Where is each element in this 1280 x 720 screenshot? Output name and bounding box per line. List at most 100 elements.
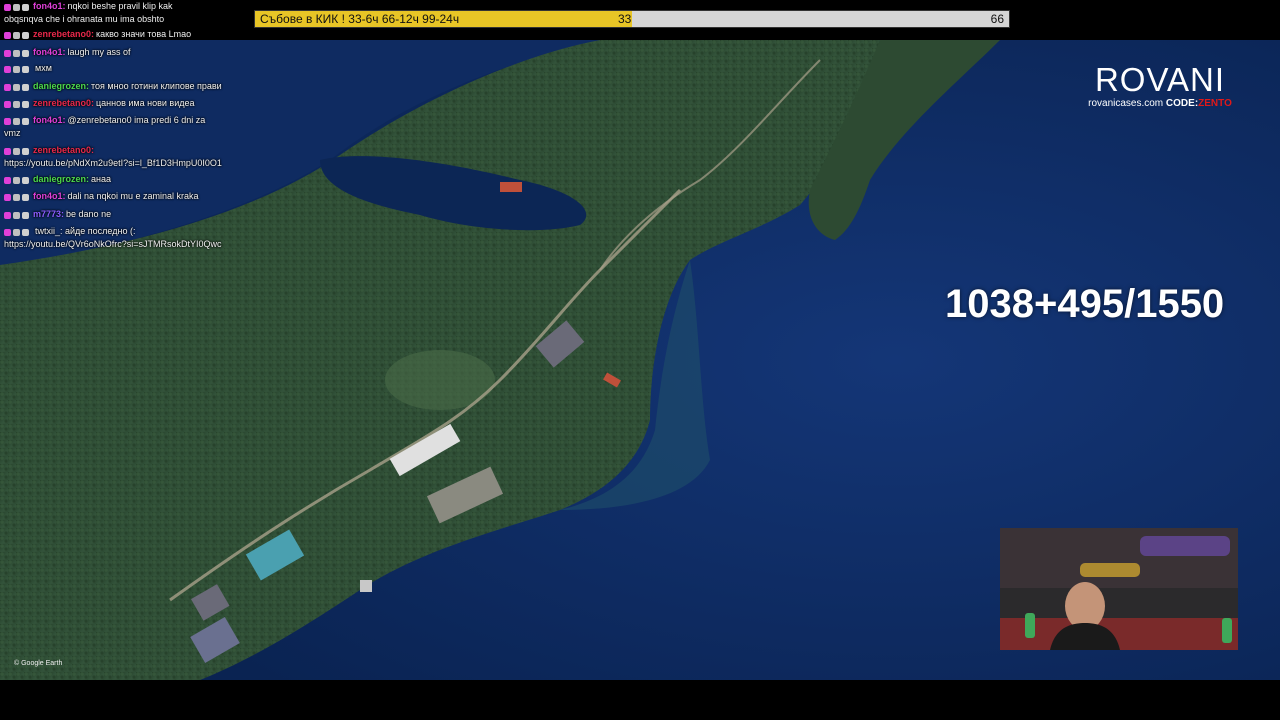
badge-icon xyxy=(4,31,11,39)
chat-badges xyxy=(4,81,31,93)
badge-icon xyxy=(22,211,29,219)
chat-text-continued: https://youtu.be/pNdXm2u9etI?si=l_Bf1D3H… xyxy=(4,157,222,168)
badge-icon xyxy=(4,147,11,155)
badge-icon xyxy=(4,83,11,91)
chat-message: fon4o1: @zenrebetano0 ima predi 6 dni za v… xyxy=(4,114,260,139)
chat-username: zenrebetano0: xyxy=(33,145,95,155)
chat-username: fon4o1: xyxy=(33,1,66,11)
sponsor-title: ROVANI xyxy=(1094,61,1226,98)
chat-text: мхм xyxy=(35,63,52,73)
chat-text: nqkoi beshe pravil klip kak xyxy=(67,1,173,11)
chat-text: laugh my ass of xyxy=(67,47,131,57)
badge-icon xyxy=(22,83,29,91)
chat-text-continued: obqsnqva che i ohranata mu ima obshto xyxy=(4,13,165,24)
chat-badges xyxy=(4,209,31,221)
counter-text: 1038+495/1550 xyxy=(945,282,1225,326)
red-roof-building xyxy=(500,182,522,192)
chat-badges xyxy=(4,1,31,13)
desk xyxy=(1000,618,1238,650)
sponsor-code-label: CODE: xyxy=(1165,98,1199,109)
chat-text-continued: vmz xyxy=(4,127,21,138)
badge-icon xyxy=(4,228,11,236)
chat-username: zenrebetano0: xyxy=(33,29,95,39)
chat-message: zenrebetano0: https://youtu.be/pNdXm2u9et… xyxy=(4,144,260,169)
chat-text: @zenrebetano0 ima predi 6 dni za xyxy=(67,115,206,125)
chat-text: анаа xyxy=(91,174,112,184)
badge-icon xyxy=(4,49,11,57)
badge-icon xyxy=(13,193,20,201)
chat-username: fon4o1: xyxy=(33,191,66,201)
map-attribution: © Google Earth xyxy=(14,660,63,667)
goal-progress-bar: Събове в КИК ! 33-6ч 66-12ч 99-24ч 33 66 xyxy=(254,10,1010,28)
goal-current-value: 33 xyxy=(618,12,632,26)
sponsor-subline: rovanicases.com CODE:ZENTO xyxy=(1070,98,1250,109)
chat-badges xyxy=(4,98,31,110)
badge-icon xyxy=(22,31,29,39)
badge-icon xyxy=(4,176,11,184)
chat-message: fon4o1: laugh my ass of xyxy=(4,46,260,59)
chat-overlay: fon4o1: nqkoi beshe pravil klip kak obqsnq… xyxy=(0,0,262,252)
chat-message: daniegrozen: тоя мноо готини клипове прав… xyxy=(4,80,260,93)
bottle-2 xyxy=(1222,618,1232,643)
badge-icon xyxy=(22,117,29,125)
neon-car-light xyxy=(1140,536,1230,556)
sponsor-logo: ROVANI rovanicases.com CODE:ZENTO xyxy=(1070,61,1250,110)
badge-icon xyxy=(22,176,29,184)
badge-icon xyxy=(4,100,11,108)
bottle xyxy=(1025,613,1035,638)
badge-icon xyxy=(22,228,29,236)
chat-message: мхм xyxy=(4,62,260,75)
chat-username: zenrebetano0: xyxy=(33,98,95,108)
chat-badges xyxy=(4,174,31,186)
badge-icon xyxy=(4,3,11,11)
chat-badges xyxy=(4,63,31,75)
badge-icon xyxy=(13,49,20,57)
chat-message: twtxii_: айде последно (: https://youtu.b… xyxy=(4,225,260,250)
badge-icon xyxy=(13,176,20,184)
chat-text: twtxii_: айде последно (: xyxy=(35,226,136,236)
yellow-car-light xyxy=(1080,563,1140,577)
chat-badges xyxy=(4,29,31,41)
badge-icon xyxy=(13,117,20,125)
badge-icon xyxy=(22,65,29,73)
pier xyxy=(360,580,372,592)
badge-icon xyxy=(13,65,20,73)
chat-text: тоя мноо готини клипове прави xyxy=(91,81,222,91)
chat-text-continued: https://youtu.be/QVr6oNkOfrc?si=sJTMRsok… xyxy=(4,238,222,249)
goal-label: Събове в КИК ! 33-6ч 66-12ч 99-24ч xyxy=(260,12,460,26)
chat-badges xyxy=(4,115,31,127)
badge-icon xyxy=(13,147,20,155)
chat-text: dali na nqkoi mu e zaminal kraka xyxy=(67,191,199,201)
chat-message: daniegrozen: анаа xyxy=(4,173,260,186)
chat-text: цаннов има нови видеа xyxy=(96,98,195,108)
badge-icon xyxy=(13,83,20,91)
webcam-feed xyxy=(1000,528,1238,650)
chat-badges xyxy=(4,145,31,157)
chat-badges xyxy=(4,47,31,59)
badge-icon xyxy=(13,228,20,236)
chat-badges xyxy=(4,226,31,238)
badge-icon xyxy=(13,3,20,11)
chat-text: be dano ne xyxy=(66,209,112,219)
chat-message: zenrebetano0: какво значи това Lmao xyxy=(4,28,260,41)
badge-icon xyxy=(4,117,11,125)
sponsor-code-value: ZENTO xyxy=(1198,98,1232,109)
badge-icon xyxy=(22,49,29,57)
sponsor-site: rovanicases.com xyxy=(1088,98,1164,109)
badge-icon xyxy=(22,100,29,108)
chat-badges xyxy=(4,191,31,203)
chat-username: m7773: xyxy=(33,209,65,219)
chat-username: daniegrozen: xyxy=(33,174,90,184)
streamer-face xyxy=(1065,582,1105,630)
chat-username: fon4o1: xyxy=(33,47,66,57)
badge-icon xyxy=(13,211,20,219)
badge-icon xyxy=(4,211,11,219)
bottom-bar xyxy=(0,680,1280,720)
badge-icon xyxy=(4,65,11,73)
badge-icon xyxy=(22,147,29,155)
chat-username: daniegrozen: xyxy=(33,81,90,91)
badge-icon xyxy=(4,193,11,201)
chat-message: zenrebetano0: цаннов има нови видеа xyxy=(4,97,260,110)
badge-icon xyxy=(22,3,29,11)
goal-max-value: 66 xyxy=(990,12,1004,26)
